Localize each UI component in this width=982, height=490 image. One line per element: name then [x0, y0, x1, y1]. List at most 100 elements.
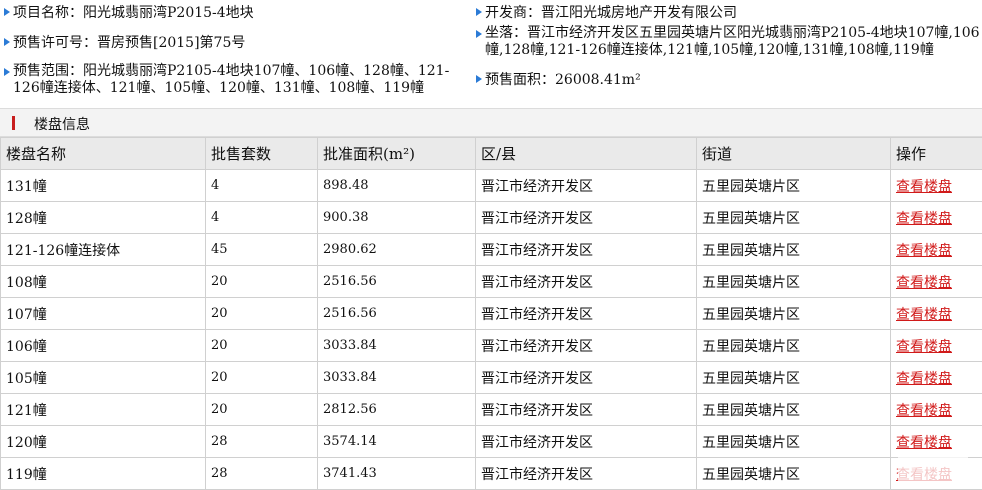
view-building-link[interactable]: 查看楼盘: [896, 179, 952, 195]
bullet-triangle-icon: [4, 68, 10, 76]
view-building-link[interactable]: 查看楼盘: [896, 371, 952, 387]
bullet-triangle-icon: [476, 30, 482, 38]
cell-street: 五里园英塘片区: [697, 394, 891, 426]
cell-area: 2516.56: [318, 298, 476, 330]
col-header-street: 街道: [697, 138, 891, 170]
cell-district: 晋江市经济开发区: [476, 362, 697, 394]
bullet-triangle-icon: [4, 38, 10, 46]
cell-name: 120幢: [1, 426, 206, 458]
cell-district: 晋江市经济开发区: [476, 202, 697, 234]
col-header-action: 操作: [891, 138, 982, 170]
cell-units: 4: [206, 170, 318, 202]
cell-name: 119幢: [1, 458, 206, 490]
cell-action: 查看楼盘: [891, 266, 982, 298]
cell-district: 晋江市经济开发区: [476, 330, 697, 362]
cell-action: 查看楼盘: [891, 330, 982, 362]
bullet-triangle-icon: [476, 8, 482, 16]
presale-scope: 预售范围：阳光城翡丽湾P2105-4地块107幢、106幢、128幢、121-1…: [4, 63, 472, 97]
cell-units: 20: [206, 394, 318, 426]
table-row: 105幢 20 3033.84 晋江市经济开发区 五里园英塘片区 查看楼盘: [1, 362, 982, 394]
cell-street: 五里园英塘片区: [697, 234, 891, 266]
cell-units: 4: [206, 202, 318, 234]
view-building-link[interactable]: 查看楼盘: [896, 243, 952, 259]
cell-action: 查看楼盘: [891, 202, 982, 234]
cell-name: 105幢: [1, 362, 206, 394]
cell-area: 900.38: [318, 202, 476, 234]
table-row: 120幢 28 3574.14 晋江市经济开发区 五里园英塘片区 查看楼盘: [1, 426, 982, 458]
cell-street: 五里园英塘片区: [697, 362, 891, 394]
project-name: 项目名称：阳光城翡丽湾P2015-4地块: [4, 5, 254, 22]
cell-name: 107幢: [1, 298, 206, 330]
table-row: 108幢 20 2516.56 晋江市经济开发区 五里园英塘片区 查看楼盘: [1, 266, 982, 298]
cell-street: 五里园英塘片区: [697, 266, 891, 298]
cell-units: 20: [206, 298, 318, 330]
cell-action: 查看楼盘: [891, 458, 982, 490]
col-header-district: 区/县: [476, 138, 697, 170]
view-building-link[interactable]: 查看楼盘: [896, 339, 952, 355]
cell-action: 查看楼盘: [891, 394, 982, 426]
cell-district: 晋江市经济开发区: [476, 170, 697, 202]
table-row: 107幢 20 2516.56 晋江市经济开发区 五里园英塘片区 查看楼盘: [1, 298, 982, 330]
cell-action: 查看楼盘: [891, 298, 982, 330]
view-building-link[interactable]: 查看楼盘: [896, 275, 952, 291]
cell-street: 五里园英塘片区: [697, 298, 891, 330]
bullet-triangle-icon: [4, 8, 10, 16]
cell-units: 45: [206, 234, 318, 266]
cell-street: 五里园英塘片区: [697, 330, 891, 362]
cell-action: 查看楼盘: [891, 170, 982, 202]
view-building-link[interactable]: 查看楼盘: [896, 435, 952, 451]
cell-area: 2980.62: [318, 234, 476, 266]
cell-units: 20: [206, 362, 318, 394]
cell-name: 106幢: [1, 330, 206, 362]
cell-district: 晋江市经济开发区: [476, 426, 697, 458]
view-building-link[interactable]: 查看楼盘: [896, 467, 952, 483]
table-row: 128幢 4 900.38 晋江市经济开发区 五里园英塘片区 查看楼盘: [1, 202, 982, 234]
cell-district: 晋江市经济开发区: [476, 458, 697, 490]
cell-area: 3033.84: [318, 362, 476, 394]
section-header: 楼盘信息: [0, 108, 982, 137]
cell-area: 2516.56: [318, 266, 476, 298]
cell-name: 131幢: [1, 170, 206, 202]
col-header-name: 楼盘名称: [1, 138, 206, 170]
cell-area: 3574.14: [318, 426, 476, 458]
table-header-row: 楼盘名称 批售套数 批准面积(m²) 区/县 街道 操作: [1, 138, 982, 170]
cell-name: 128幢: [1, 202, 206, 234]
presale-area: 预售面积：26008.41m²: [476, 72, 641, 89]
col-header-area: 批准面积(m²): [318, 138, 476, 170]
cell-units: 20: [206, 266, 318, 298]
table-row: 131幢 4 898.48 晋江市经济开发区 五里园英塘片区 查看楼盘: [1, 170, 982, 202]
view-building-link[interactable]: 查看楼盘: [896, 403, 952, 419]
cell-street: 五里园英塘片区: [697, 426, 891, 458]
table-row: 121幢 20 2812.56 晋江市经济开发区 五里园英塘片区 查看楼盘: [1, 394, 982, 426]
table-row: 119幢 28 3741.43 晋江市经济开发区 五里园英塘片区 查看楼盘: [1, 458, 982, 490]
cell-units: 28: [206, 426, 318, 458]
cell-action: 查看楼盘: [891, 362, 982, 394]
presale-permit: 预售许可号：晋房预售[2015]第75号: [4, 35, 245, 52]
table-row: 121-126幢连接体 45 2980.62 晋江市经济开发区 五里园英塘片区 …: [1, 234, 982, 266]
cell-action: 查看楼盘: [891, 426, 982, 458]
building-table: 楼盘名称 批售套数 批准面积(m²) 区/县 街道 操作 131幢 4 898.…: [0, 137, 982, 490]
bullet-triangle-icon: [476, 75, 482, 83]
cell-street: 五里园英塘片区: [697, 170, 891, 202]
cell-district: 晋江市经济开发区: [476, 234, 697, 266]
view-building-link[interactable]: 查看楼盘: [896, 307, 952, 323]
view-building-link[interactable]: 查看楼盘: [896, 211, 952, 227]
cell-action: 查看楼盘: [891, 234, 982, 266]
cell-units: 28: [206, 458, 318, 490]
location: 坐落：晋江市经济开发区五里园英塘片区阳光城翡丽湾P2105-4地块107幢,10…: [476, 25, 982, 59]
cell-area: 3033.84: [318, 330, 476, 362]
cell-street: 五里园英塘片区: [697, 202, 891, 234]
cell-area: 3741.43: [318, 458, 476, 490]
section-bar-icon: [12, 116, 15, 130]
project-info: 项目名称：阳光城翡丽湾P2015-4地块 预售许可号：晋房预售[2015]第75…: [0, 0, 982, 106]
table-row: 106幢 20 3033.84 晋江市经济开发区 五里园英塘片区 查看楼盘: [1, 330, 982, 362]
cell-district: 晋江市经济开发区: [476, 298, 697, 330]
cell-area: 898.48: [318, 170, 476, 202]
section-title: 楼盘信息: [34, 114, 90, 134]
cell-district: 晋江市经济开发区: [476, 266, 697, 298]
cell-units: 20: [206, 330, 318, 362]
cell-street: 五里园英塘片区: [697, 458, 891, 490]
col-header-units: 批售套数: [206, 138, 318, 170]
cell-district: 晋江市经济开发区: [476, 394, 697, 426]
developer: 开发商：晋江阳光城房地产开发有限公司: [476, 5, 737, 22]
